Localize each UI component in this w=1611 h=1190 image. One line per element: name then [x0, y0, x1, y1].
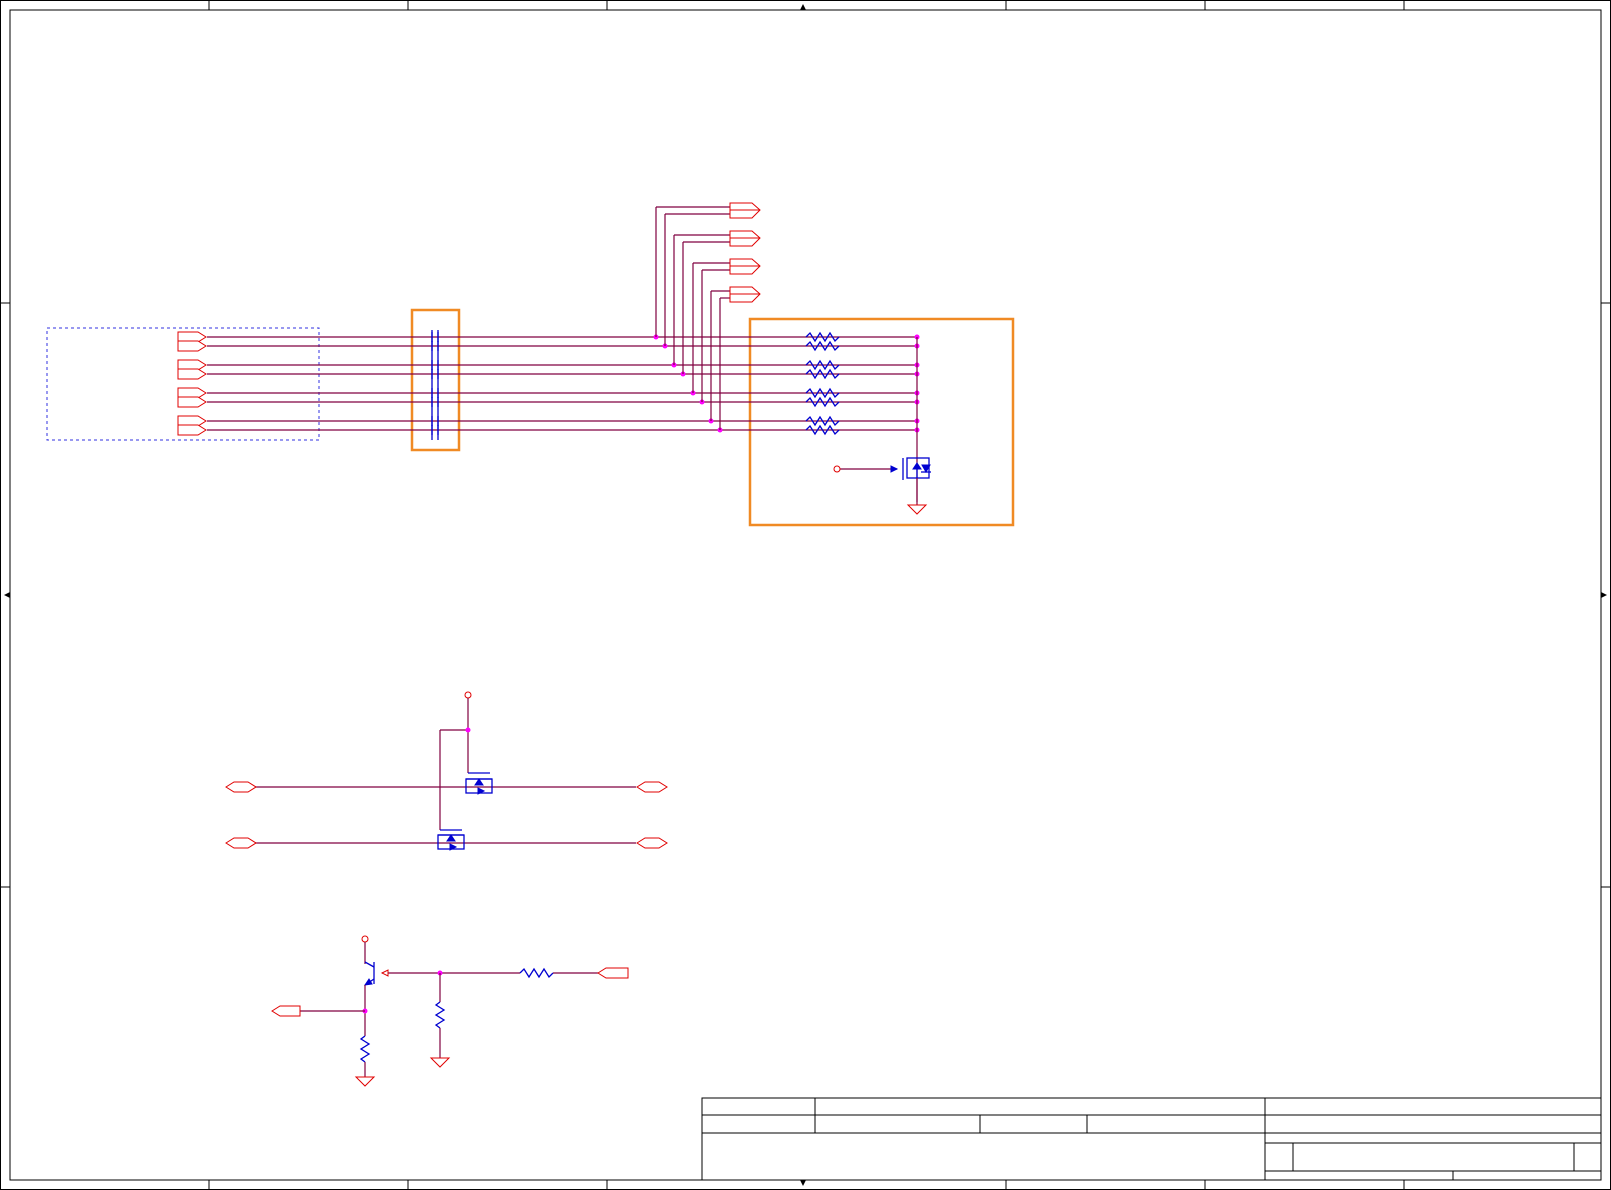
base-pulldown-resistor [434, 1001, 446, 1029]
title-block [701, 1097, 1602, 1181]
level-shift-port-right-2 [636, 837, 668, 849]
input-port [177, 424, 207, 436]
base-arrow-icon [380, 969, 389, 977]
gate-power-icon [833, 465, 841, 473]
level-shift-port-right-1 [636, 781, 668, 793]
level-shift-mosfet-2 [437, 829, 465, 851]
base-resistor [519, 967, 554, 979]
mosfet-arrow-icon [912, 462, 922, 470]
vcc-power-icon [464, 691, 472, 699]
frame-arrow-top [800, 4, 806, 10]
base-ground-icon [429, 1057, 451, 1068]
level-shift-mosfet-1 [465, 772, 493, 795]
npn-emitter-arrow-icon [363, 978, 373, 986]
driver-output-port [271, 1005, 301, 1017]
driver-vcc-icon [361, 935, 369, 943]
protection-mosfet [833, 457, 931, 515]
input-port [177, 396, 207, 408]
driver-input-port [597, 967, 629, 979]
frame-arrow-left [4, 592, 10, 598]
pullup-resistor-highlight [748, 317, 1015, 527]
frame-arrow-right [1601, 592, 1607, 598]
level-shift-port-left-1 [225, 781, 257, 793]
input-port [177, 368, 207, 380]
ground-icon [906, 504, 928, 515]
level-shifter [225, 691, 668, 851]
input-port [177, 340, 207, 352]
pullup-resistor-array [805, 331, 840, 436]
sheet-frame [0, 0, 1611, 1190]
input-port-group [177, 331, 207, 436]
frame-arrow-bottom [800, 1180, 806, 1186]
output-port-group [729, 202, 761, 303]
emitter-resistor [359, 1035, 371, 1063]
emitter-ground-icon [354, 1076, 376, 1087]
transistor-driver [271, 935, 629, 1087]
schematic-canvas [0, 0, 1611, 1190]
level-shift-port-left-2 [225, 837, 257, 849]
capacitor-group-highlight [410, 308, 461, 452]
